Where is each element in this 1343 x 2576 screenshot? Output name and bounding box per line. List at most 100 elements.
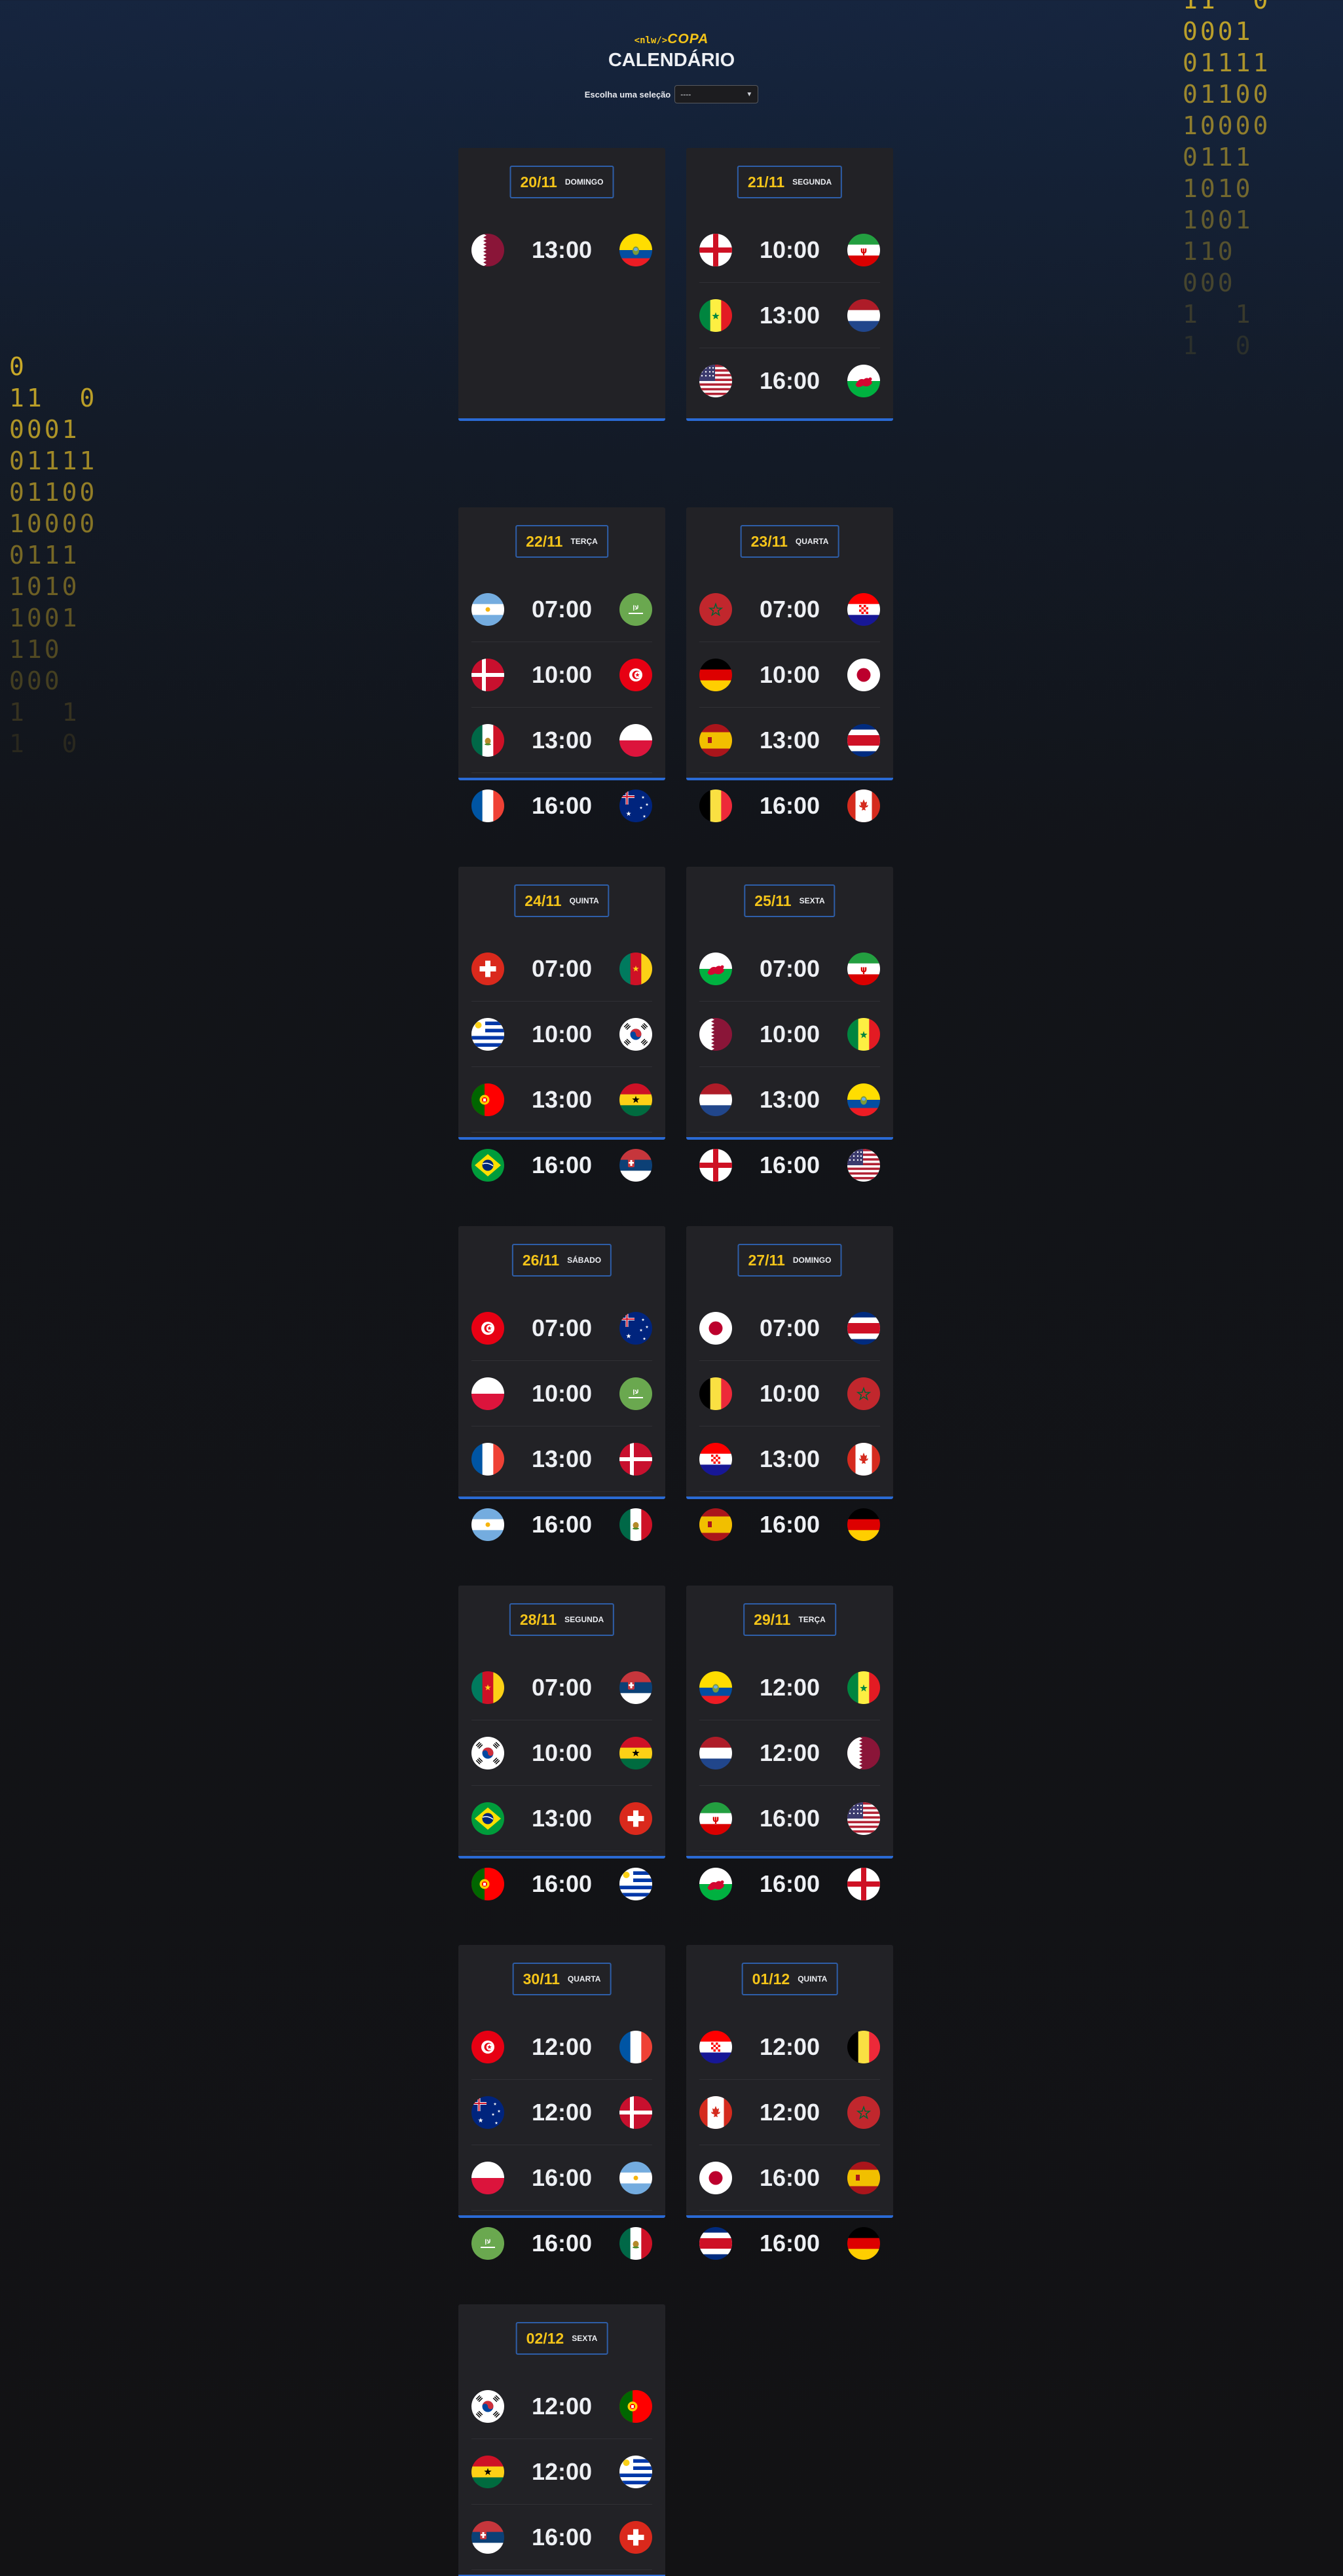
match-row[interactable]: 12:00 [471,2374,652,2439]
match-time: 16:00 [759,792,820,819]
match-row[interactable]: 12:00 [699,1655,880,1720]
day-card: 27/11 DOMINGO 07:00 10:00 13:00 16:00 [686,1226,893,1541]
match-time: 07:00 [531,1314,593,1341]
match-row[interactable]: لاإ 16:00 [471,2211,652,2276]
match-row[interactable]: 13:00 [471,1786,652,1851]
match-row[interactable]: 13:00 [699,283,880,348]
spain-flag-icon [847,2161,880,2194]
match-row[interactable]: 16:00 [699,348,880,414]
match-row[interactable]: 16:00 [699,1492,880,1557]
match-row[interactable]: 13:00 [699,1067,880,1133]
match-time: 13:00 [759,1445,820,1472]
match-row[interactable]: 13:00 [471,217,652,283]
match-row[interactable]: 07:00 [471,936,652,1002]
match-row[interactable]: 16:00 [471,2570,652,2576]
binary-rain-line: 000 [9,666,62,695]
match-row[interactable]: 12:00 [471,2439,652,2505]
match-row[interactable]: 12:00 [699,1720,880,1786]
match-row[interactable]: 12:00 [471,2014,652,2080]
match-row[interactable]: 07:00 [699,577,880,642]
match-row[interactable]: 07:00 [699,1296,880,1361]
match-time: 10:00 [531,1739,593,1766]
morocco-flag-icon [847,1377,880,1410]
match-row[interactable]: 16:00 [699,1851,880,1917]
day-card: 24/11 QUINTA 07:00 10:00 13:00 16:00 [458,867,665,1182]
match-row[interactable]: 10:00 [471,1002,652,1067]
ecuador-flag-icon [699,1671,732,1704]
match-time: 12:00 [531,2033,593,2060]
match-row[interactable]: 16:00 [471,1851,652,1917]
usa-flag-icon [699,365,732,397]
canada-flag-icon [847,789,880,822]
match-time: 10:00 [531,1379,593,1407]
argentina-flag-icon [471,1508,504,1541]
team-select-label: Escolha uma seleção [584,89,671,100]
svg-text:ψ: ψ [712,1815,719,1824]
team-select[interactable]: ---- ▼ [674,85,759,103]
match-row[interactable]: 16:00 [471,2145,652,2211]
portugal-flag-icon [471,1868,504,1900]
match-row[interactable]: 13:00 [471,1426,652,1492]
match-time: 16:00 [759,367,820,394]
switzerland-flag-icon [619,2520,652,2554]
match-row[interactable]: 07:00 [471,1296,652,1361]
day-card: 25/11 SEXTA 07:00 ψ 10:00 13:00 16:00 [686,867,893,1182]
day-weekday: TERÇA [798,1615,826,1624]
day-date: 21/11 [747,173,785,190]
japan-flag-icon [847,658,880,691]
binary-rain-line: 1 0 [9,729,80,758]
match-row[interactable]: 16:00 [699,773,880,839]
match-row[interactable]: 07:00 [471,1655,652,1720]
match-time: 13:00 [531,1445,593,1472]
match-row[interactable]: 10:00 [699,1361,880,1426]
day-date-badge: 01/12 QUINTA [741,1963,838,1995]
canada-flag-icon [847,1442,880,1476]
netherlands-flag-icon [847,299,880,332]
match-row[interactable]: 16:00 [699,2211,880,2276]
match-row[interactable]: 12:00 [699,2080,880,2145]
match-row[interactable]: 12:00 [699,2014,880,2080]
match-row[interactable]: 16:00 [471,1492,652,1557]
match-row[interactable]: 07:00 لاإ [471,577,652,642]
saudi-arabia-flag-icon: لاإ [619,592,652,626]
match-time: 07:00 [531,954,593,982]
match-row[interactable]: 16:00 [471,773,652,839]
match-row[interactable]: 13:00 [471,708,652,773]
iran-flag-icon: ψ [847,952,880,985]
england-flag-icon [847,1868,880,1900]
match-row[interactable]: 16:00 [699,2145,880,2211]
match-row[interactable]: 16:00 [471,2505,652,2570]
match-row[interactable]: 16:00 [699,1133,880,1198]
match-row[interactable]: 13:00 [699,1426,880,1492]
match-row[interactable]: 10:00 [471,642,652,708]
binary-rain-line: 10000 [9,509,98,538]
day-weekday: SEGUNDA [792,177,832,187]
day-date: 29/11 [754,1610,791,1628]
binary-rain-line: 01100 [9,478,98,507]
match-row[interactable]: 13:00 [699,708,880,773]
match-time: 16:00 [759,2230,820,2257]
day-date-badge: 26/11 SÁBADO [511,1244,612,1277]
match-row[interactable]: ψ 16:00 [699,1786,880,1851]
chevron-down-icon: ▼ [746,90,753,98]
denmark-flag-icon [619,2095,652,2129]
qatar-flag-icon [847,1736,880,1769]
england-flag-icon [699,233,732,266]
match-row[interactable]: 13:00 [471,1067,652,1133]
match-row[interactable]: 16:00 [471,1133,652,1198]
match-time: 10:00 [759,1020,820,1047]
match-row[interactable]: 07:00 ψ [699,936,880,1002]
match-row[interactable]: 10:00 [699,1002,880,1067]
match-row[interactable]: 10:00 ψ [699,217,880,283]
match-time: 16:00 [531,2164,593,2191]
match-time: 10:00 [759,1379,820,1407]
match-row[interactable]: 10:00 [699,642,880,708]
match-time: 12:00 [531,2458,593,2485]
south-korea-flag-icon [471,1736,504,1769]
match-row[interactable]: 10:00 [471,1720,652,1786]
day-date: 25/11 [754,892,792,909]
match-time: 07:00 [759,1314,820,1341]
match-row[interactable]: 12:00 [471,2080,652,2145]
match-row[interactable]: 10:00 لاإ [471,1361,652,1426]
match-time: 12:00 [759,1673,820,1701]
